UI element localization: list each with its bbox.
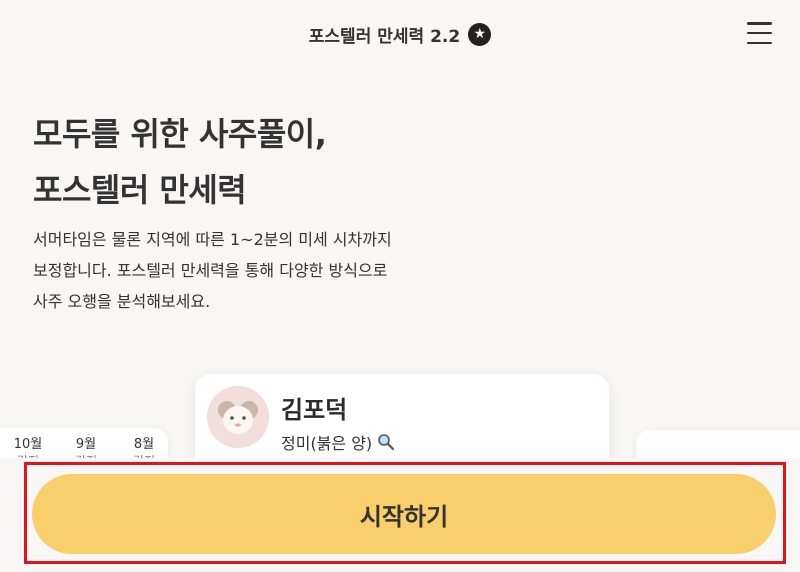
page: 포스텔러 만세력 2.2 ★ 모두를 위한 사주풀이, 포스텔러 만세력 서머타…	[0, 0, 800, 572]
hero-description: 서머타임은 물론 지역에 따른 1~2분의 미세 시차까지 보정합니다. 포스텔…	[33, 224, 433, 317]
star-icon: ★	[468, 22, 492, 46]
hero-heading: 모두를 위한 사주풀이, 포스텔러 만세력	[33, 106, 327, 218]
sheep-avatar	[207, 386, 269, 448]
hero-heading-line1: 모두를 위한 사주풀이,	[33, 115, 327, 153]
app-title: 포스텔러 만세력 2.2 ★	[308, 22, 492, 47]
magnifier-icon	[377, 434, 395, 453]
header: 포스텔러 만세력 2.2 ★	[0, 0, 800, 68]
hero-desc-line3: 사주 오행을 분석해보세요.	[33, 292, 211, 311]
month-label: 9월	[75, 437, 97, 452]
hero-desc-line2: 보정합니다. 포스텔러 만세력을 통해 다양한 방식으로	[33, 261, 388, 280]
start-button[interactable]: 시작하기	[32, 474, 776, 554]
profile-subtitle-text: 정미(붉은 양)	[281, 434, 373, 453]
profile-name: 김포덕	[281, 396, 348, 424]
app-title-text: 포스텔러 만세력 2.2	[308, 26, 461, 47]
sheep-avatar-icon	[207, 386, 269, 448]
month-label: 10월	[13, 437, 43, 452]
profile-subtitle: 정미(붉은 양)	[281, 430, 395, 454]
hero-desc-line1: 서머타임은 물론 지역에 따른 1~2분의 미세 시차까지	[33, 230, 392, 249]
hamburger-menu-icon[interactable]	[747, 22, 772, 44]
month-label: 8월	[133, 437, 155, 452]
hero-heading-line2: 포스텔러 만세력	[33, 171, 247, 209]
